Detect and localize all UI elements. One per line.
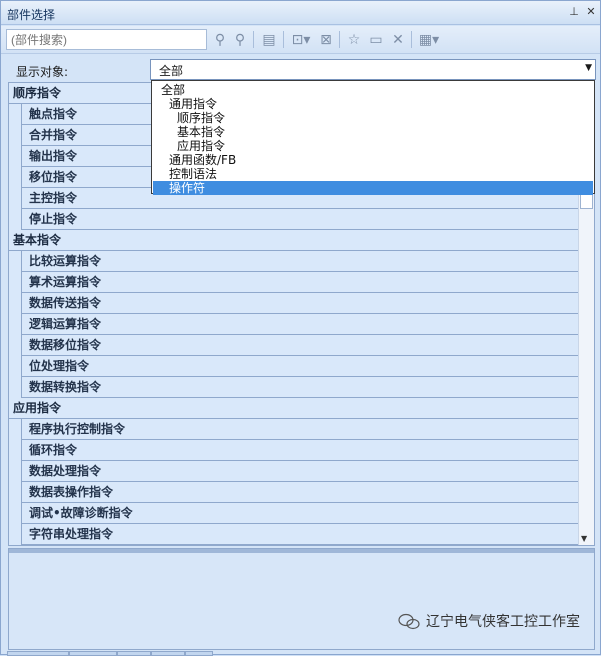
- tree-item-row[interactable]: 数据移位指令: [9, 335, 579, 356]
- tree-item-row[interactable]: 字符串处理指令: [9, 524, 579, 545]
- tree-item-label: 字符串处理指令: [29, 527, 114, 541]
- dropdown-option[interactable]: 通用函数/FB: [153, 153, 593, 167]
- tree-category-row[interactable]: 应用指令: [9, 398, 579, 419]
- dropdown-option[interactable]: 应用指令: [153, 139, 593, 153]
- close-icon[interactable]: ✕: [584, 5, 598, 19]
- filter-select[interactable]: 全部 ▼: [150, 59, 596, 80]
- tree-item-label: 逻辑运算指令: [29, 317, 102, 331]
- pin-icon[interactable]: ⊥: [567, 5, 581, 19]
- filter-selected-value: 全部: [159, 64, 184, 78]
- tree-item-row[interactable]: 位处理指令: [9, 356, 579, 377]
- dropdown-option[interactable]: 操作符: [153, 181, 593, 195]
- tree-item-label: 程序执行控制指令: [29, 422, 126, 436]
- bottom-tab[interactable]: [117, 651, 151, 656]
- bottom-tab[interactable]: [185, 651, 213, 656]
- tree-item-label: 数据移位指令: [29, 338, 102, 352]
- toolbar-separator: [253, 31, 254, 48]
- pane-splitter[interactable]: [9, 549, 594, 553]
- tree-item-label: 移位指令: [29, 170, 78, 184]
- filter-row: 显示对象: 全部 ▼: [6, 58, 596, 82]
- description-pane: 辽宁电气侠客工控工作室: [8, 548, 595, 650]
- scrollbar-thumb[interactable]: [580, 193, 593, 209]
- wechat-icon: [398, 613, 420, 630]
- tree-item-label: 调试•故障诊断指令: [29, 506, 133, 520]
- parts-selection-panel: 部件选择 ⊥ ✕ ⚲ ⚲ ▤ ⊡▾ ⊠ ☆ ▭ ✕ ▦▾ 显示对象: 全部 ▼ …: [0, 0, 601, 656]
- toolbar-separator: [411, 31, 412, 48]
- tree-item-row[interactable]: 比较运算指令: [9, 251, 579, 272]
- find-icon[interactable]: ⚲: [211, 30, 229, 50]
- scroll-down-icon[interactable]: ▼: [581, 534, 587, 543]
- close-doc-icon[interactable]: ⊠: [316, 30, 336, 50]
- tree-item-label: 数据处理指令: [29, 464, 102, 478]
- tree-item-row[interactable]: 数据处理指令: [9, 461, 579, 482]
- tree-item-label: 触点指令: [29, 107, 78, 121]
- chevron-down-icon[interactable]: ▼: [585, 63, 592, 73]
- tree-item-label: 循环指令: [29, 443, 78, 457]
- tree-item-row[interactable]: 循环指令: [9, 440, 579, 461]
- dropdown-option[interactable]: 通用指令: [153, 97, 593, 111]
- tree-item-row[interactable]: 数据转换指令: [9, 377, 579, 398]
- search-input[interactable]: [6, 29, 207, 50]
- folder-icon[interactable]: ▭: [367, 30, 385, 50]
- tree-item-label: 位处理指令: [29, 359, 90, 373]
- dropdown-option[interactable]: 全部: [153, 83, 593, 97]
- bottom-tab[interactable]: [7, 651, 69, 656]
- tree-item-label: 主控指令: [29, 191, 78, 205]
- toolbar: ⚲ ⚲ ▤ ⊡▾ ⊠ ☆ ▭ ✕ ▦▾: [1, 26, 600, 54]
- tree-item-row[interactable]: 调试•故障诊断指令: [9, 503, 579, 524]
- dropdown-option[interactable]: 控制语法: [153, 167, 593, 181]
- tree-item-label: 比较运算指令: [29, 254, 102, 268]
- tree-item-label: 停止指令: [29, 212, 78, 226]
- tree-item-label: 数据转换指令: [29, 380, 102, 394]
- filter-label: 显示对象:: [16, 65, 69, 79]
- tree-item-label: 算术运算指令: [29, 275, 102, 289]
- insert-icon[interactable]: ▤: [259, 30, 279, 50]
- toolbar-separator: [283, 31, 284, 48]
- panel-title: 部件选择: [7, 8, 56, 22]
- toolbar-separator: [339, 31, 340, 48]
- dropdown-option[interactable]: 基本指令: [153, 125, 593, 139]
- view-icon[interactable]: ▦▾: [417, 30, 441, 50]
- tree-item-row[interactable]: 停止指令: [9, 209, 579, 230]
- tree-item-row[interactable]: 数据表操作指令: [9, 482, 579, 503]
- bottom-tab-strip: [1, 651, 600, 656]
- dock-icon[interactable]: ⊡▾: [289, 30, 313, 50]
- filter-dropdown-list: 全部 通用指令 顺序指令 基本指令 应用指令 通用函数/FB 控制语法 操作符: [151, 80, 595, 195]
- watermark: 辽宁电气侠客工控工作室: [398, 611, 580, 631]
- tree-item-row[interactable]: 逻辑运算指令: [9, 314, 579, 335]
- tree-item-label: 数据表操作指令: [29, 485, 114, 499]
- delete-icon[interactable]: ✕: [389, 30, 407, 50]
- bottom-tab[interactable]: [151, 651, 185, 656]
- title-bar: 部件选择 ⊥ ✕: [1, 1, 600, 25]
- find-next-icon[interactable]: ⚲: [231, 30, 249, 50]
- tree-item-row[interactable]: 数据传送指令: [9, 293, 579, 314]
- watermark-text: 辽宁电气侠客工控工作室: [426, 614, 580, 630]
- tree-item-label: 数据传送指令: [29, 296, 102, 310]
- bottom-tab[interactable]: [69, 651, 117, 656]
- dropdown-option[interactable]: 顺序指令: [153, 111, 593, 125]
- tree-item-label: 合并指令: [29, 128, 78, 142]
- favorite-icon[interactable]: ☆: [345, 30, 363, 50]
- tree-category-row[interactable]: 基本指令: [9, 230, 579, 251]
- tree-item-row[interactable]: 程序执行控制指令: [9, 419, 579, 440]
- tree-item-row[interactable]: 算术运算指令: [9, 272, 579, 293]
- tree-item-label: 输出指令: [29, 149, 78, 163]
